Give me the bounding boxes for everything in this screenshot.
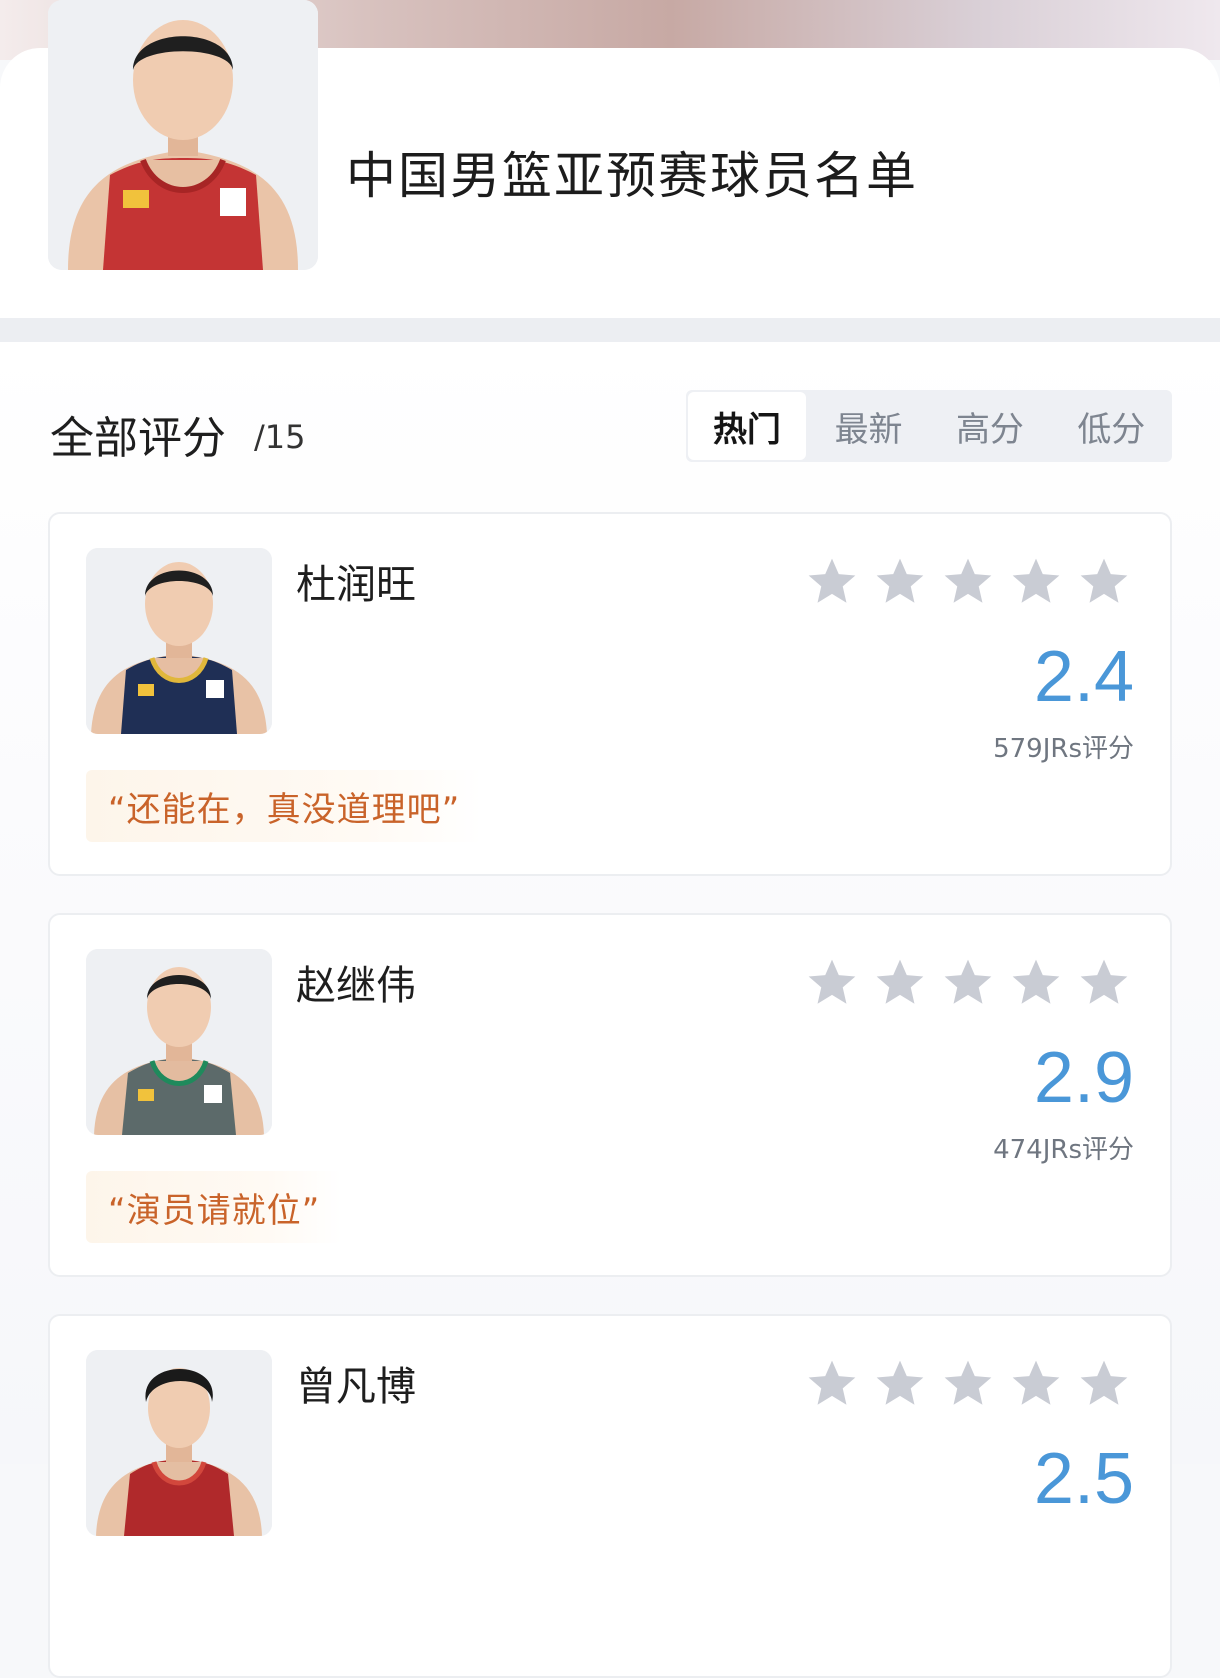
player-name: 赵继伟 <box>296 963 416 1009</box>
star-icon <box>876 1360 924 1405</box>
star-icon <box>876 959 924 1004</box>
player-score: 2.5 <box>1033 1439 1134 1519</box>
player-name: 曾凡博 <box>296 1364 416 1410</box>
section-count: /15 <box>254 418 306 456</box>
star-icon <box>1012 1360 1060 1405</box>
tab-hot[interactable]: 热门 <box>688 392 806 460</box>
header-player-photo <box>48 0 318 270</box>
page-title: 中国男篮亚预赛球员名单 <box>346 147 918 205</box>
star-rating[interactable] <box>804 955 1132 1011</box>
player-card[interactable]: 杜润旺 2.4 579JRs评分 “还能在，真没道理吧” <box>48 512 1172 876</box>
star-rating[interactable] <box>804 554 1132 610</box>
player-card[interactable]: 曾凡博 2.5 <box>48 1314 1172 1678</box>
tab-high[interactable]: 高分 <box>929 390 1050 462</box>
vote-count: 579JRs评分 <box>993 734 1134 764</box>
star-icon <box>1080 959 1128 1004</box>
star-icon <box>808 558 856 603</box>
divider-band <box>0 318 1220 342</box>
star-icon <box>808 959 856 1004</box>
star-icon <box>1080 558 1128 603</box>
star-icon <box>944 959 992 1004</box>
star-icon <box>1080 1360 1128 1405</box>
player-avatar <box>86 1350 272 1536</box>
player-avatar <box>86 548 272 734</box>
player-card[interactable]: 赵继伟 2.9 474JRs评分 “演员请就位” <box>48 913 1172 1277</box>
player-score: 2.9 <box>1033 1038 1134 1118</box>
star-rating[interactable] <box>804 1356 1132 1412</box>
section-title: 全部评分 <box>50 413 226 464</box>
hot-comment[interactable]: “演员请就位” <box>86 1171 343 1243</box>
vote-count: 474JRs评分 <box>993 1135 1134 1165</box>
star-icon <box>944 558 992 603</box>
star-icon <box>808 1360 856 1405</box>
player-score: 2.4 <box>1033 637 1134 717</box>
tab-low[interactable]: 低分 <box>1051 390 1172 462</box>
star-icon <box>1012 959 1060 1004</box>
star-icon <box>876 558 924 603</box>
star-icon <box>1012 558 1060 603</box>
player-name: 杜润旺 <box>296 562 416 608</box>
tab-latest[interactable]: 最新 <box>808 390 929 462</box>
player-avatar <box>86 949 272 1135</box>
ratings-section: 全部评分 /15 热门 最新 高分 低分 杜润旺 2.4 579JRs评分 “还… <box>0 342 1220 1678</box>
sort-tabs: 热门 最新 高分 低分 <box>686 390 1172 462</box>
star-icon <box>944 1360 992 1405</box>
hot-comment[interactable]: “还能在，真没道理吧” <box>86 770 483 842</box>
